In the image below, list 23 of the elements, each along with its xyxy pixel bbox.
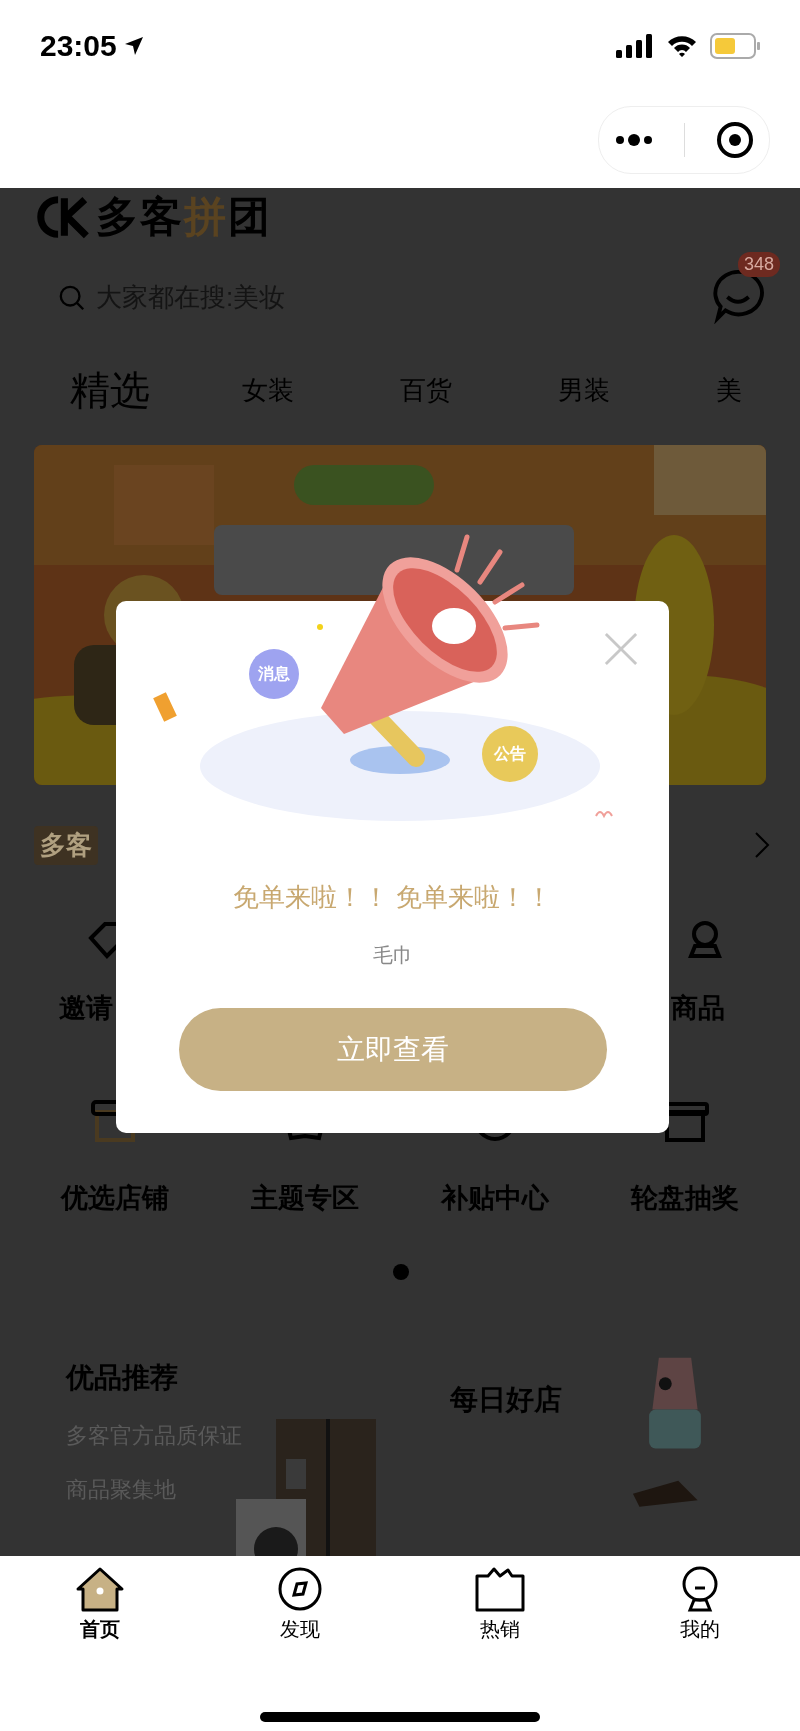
- view-now-button[interactable]: 立即查看: [178, 1008, 607, 1091]
- compass-icon: [277, 1566, 323, 1612]
- popup-subtitle: 毛巾: [372, 943, 413, 967]
- battery-icon: [710, 33, 760, 59]
- person-icon: [680, 1566, 720, 1612]
- section-tag: 多客: [34, 825, 98, 865]
- pager-dot: [393, 1264, 409, 1280]
- popup-title: 免单来啦！！ 免单来啦！！: [232, 881, 553, 914]
- tab-bar-item[interactable]: 我的: [600, 1566, 800, 1676]
- label-bubble: 消息: [249, 649, 299, 699]
- close-target-icon[interactable]: [715, 121, 754, 159]
- tab-bar-item[interactable]: 热销: [400, 1566, 600, 1676]
- search-icon: [58, 283, 86, 312]
- tab-bar-item[interactable]: 发现: [200, 1566, 400, 1676]
- tab-bar-item[interactable]: 首页: [0, 1566, 200, 1676]
- message-count-badge: 348: [737, 251, 780, 277]
- wifi-icon: [666, 34, 698, 58]
- crown-box-icon: [474, 1566, 526, 1612]
- home-icon: [75, 1566, 125, 1612]
- logo-icon: [34, 194, 90, 239]
- status-time: 23:05: [40, 29, 117, 63]
- signal-icon: [616, 34, 654, 58]
- more-icon[interactable]: [614, 133, 653, 147]
